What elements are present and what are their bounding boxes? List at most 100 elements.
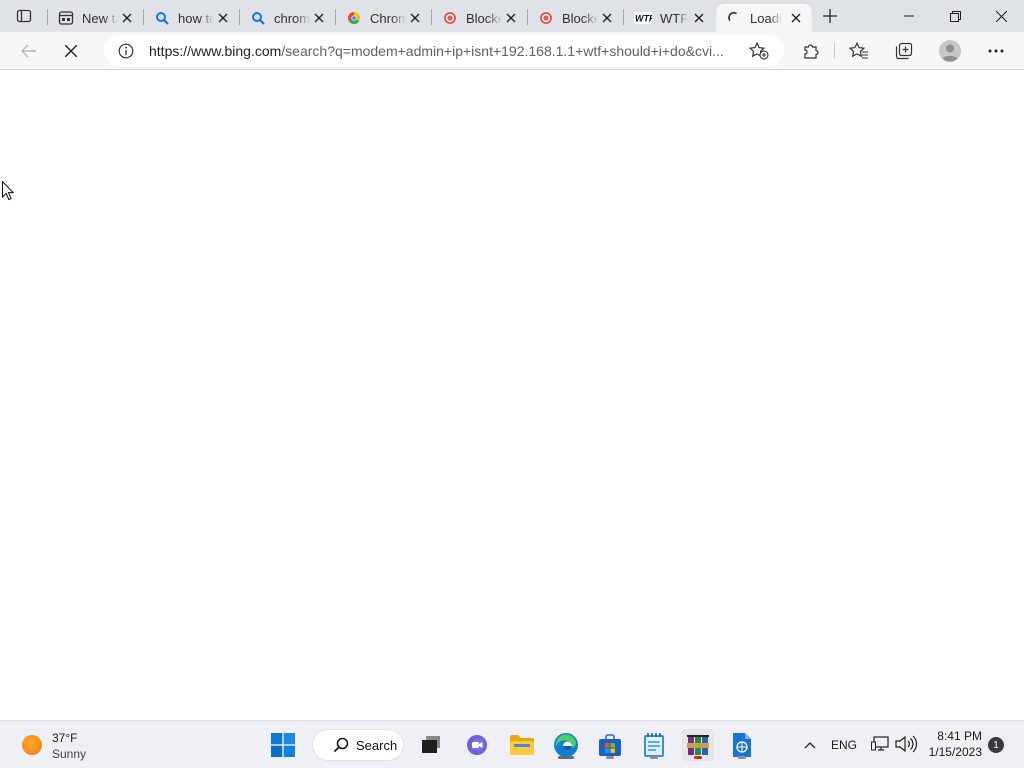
address-bar[interactable]: https://www.bing.com/search?q=modem+admi… [104, 35, 784, 67]
more-dots-icon [988, 49, 1004, 53]
back-button[interactable] [14, 36, 44, 66]
close-window-button[interactable] [978, 0, 1024, 32]
volume-icon[interactable] [895, 735, 917, 755]
browser-toolbar: https://www.bing.com/search?q=modem+admi… [0, 32, 1024, 70]
tab-close-icon[interactable] [215, 10, 231, 26]
chrome-icon [346, 10, 362, 26]
teams-chat-icon [467, 735, 487, 755]
site-info-icon[interactable] [118, 43, 134, 59]
tab-title: New tab [82, 10, 118, 26]
url-host: https://www.bing.com [149, 43, 282, 59]
running-indicator [694, 756, 702, 759]
wtf-icon: WTF [634, 10, 652, 26]
tab-close-icon[interactable] [119, 10, 135, 26]
weather-temperature: 37°F [52, 731, 78, 745]
collections-icon [895, 42, 913, 60]
url-text[interactable]: https://www.bing.com/search?q=modem+admi… [149, 43, 744, 59]
running-indicator [738, 756, 746, 759]
sun-icon [22, 735, 42, 755]
tab-new-tab[interactable]: New tab [48, 4, 143, 32]
tab-close-icon[interactable] [599, 10, 615, 26]
tab-bing-search[interactable]: chrome [240, 4, 335, 32]
minimize-button[interactable] [886, 0, 932, 32]
tab-close-icon[interactable] [788, 10, 804, 26]
favorites-star-icon [849, 42, 868, 59]
show-hidden-icons-button[interactable] [800, 735, 820, 755]
tab-loading[interactable]: Loading [716, 4, 812, 32]
extensions-button[interactable] [796, 36, 826, 66]
tab-close-icon[interactable] [691, 10, 707, 26]
tab-blocked[interactable]: Blocked [528, 4, 623, 32]
tab-actions-button[interactable] [12, 6, 36, 26]
clock-time: 8:41 PM [937, 729, 982, 743]
search-label: Search [356, 737, 398, 753]
puzzle-icon [804, 44, 819, 59]
notepad-button[interactable] [638, 729, 670, 761]
start-button[interactable] [267, 729, 299, 761]
clock[interactable]: 8:41 PM 1/15/2023 [924, 727, 988, 763]
bing-search-icon [154, 10, 170, 26]
store-button[interactable] [594, 729, 626, 761]
running-indicator [558, 756, 574, 759]
chat-button[interactable] [461, 729, 493, 761]
search-icon [333, 737, 349, 753]
archive-books-icon [687, 735, 709, 755]
task-view-button[interactable] [415, 729, 447, 761]
tab-title: how to [178, 10, 214, 26]
taskbar-search-button[interactable]: Search [312, 729, 404, 761]
restore-icon [949, 10, 961, 22]
page-content[interactable] [0, 71, 1024, 720]
toolbar-divider [834, 43, 835, 59]
edge-icon [554, 733, 578, 757]
stop-loading-button[interactable] [56, 36, 86, 66]
tab-title: Blocked [466, 10, 502, 26]
tab-title: Loading [750, 10, 782, 26]
new-tab-page-icon [58, 10, 74, 26]
new-tab-button[interactable] [819, 6, 841, 26]
back-arrow-icon [21, 44, 36, 58]
clock-date: 1/15/2023 [928, 745, 982, 759]
tab-close-icon[interactable] [503, 10, 519, 26]
taskbar: 37°F Sunny Search ENG 8:41 PM 1/15/2023 … [0, 720, 1024, 768]
profile-button[interactable] [935, 36, 965, 66]
shield-icon [538, 10, 554, 26]
mouse-cursor-icon [2, 180, 15, 206]
file-explorer-button[interactable] [506, 729, 538, 761]
edge-taskbar-button[interactable] [550, 729, 582, 761]
network-icon[interactable] [871, 735, 891, 755]
weather-condition: Sunny [52, 747, 87, 761]
tab-strip: New tab how to chrome Chrome Blocked [0, 0, 1024, 32]
add-favorite-icon[interactable] [748, 41, 769, 60]
loading-spinner-icon [726, 10, 742, 26]
favorites-button[interactable] [844, 36, 874, 66]
avatar-icon [939, 40, 961, 62]
folder-icon [510, 735, 534, 755]
url-path: /search?q=modem+admin+ip+isnt+192.168.1.… [281, 43, 724, 59]
notepad-icon [644, 733, 664, 757]
settings-menu-button[interactable] [981, 36, 1011, 66]
minimize-icon [904, 15, 914, 17]
web-document-icon [733, 733, 751, 757]
collections-button[interactable] [889, 36, 919, 66]
archive-app-button[interactable] [682, 729, 714, 761]
tab-title: Blocked [562, 10, 598, 26]
tab-blocked[interactable]: Blocked [432, 4, 527, 32]
tab-title: Chrome [370, 10, 406, 26]
stop-icon [65, 45, 77, 57]
tab-title: WTF [660, 10, 688, 26]
running-indicator [650, 756, 658, 759]
plus-icon [823, 9, 837, 23]
tab-wtf[interactable]: WTF WTF [624, 4, 715, 32]
store-bag-icon [599, 734, 621, 756]
close-icon [995, 10, 1007, 22]
restore-button[interactable] [932, 0, 978, 32]
task-view-icon [422, 736, 440, 753]
document-app-button[interactable] [726, 729, 758, 761]
notification-badge[interactable]: 1 [988, 737, 1004, 753]
tab-bing-search[interactable]: how to [144, 4, 239, 32]
tab-close-icon[interactable] [311, 10, 327, 26]
language-indicator[interactable]: ENG [831, 738, 857, 752]
tab-chrome[interactable]: Chrome [336, 4, 431, 32]
tab-close-icon[interactable] [407, 10, 423, 26]
weather-widget[interactable]: 37°F Sunny [18, 727, 98, 763]
